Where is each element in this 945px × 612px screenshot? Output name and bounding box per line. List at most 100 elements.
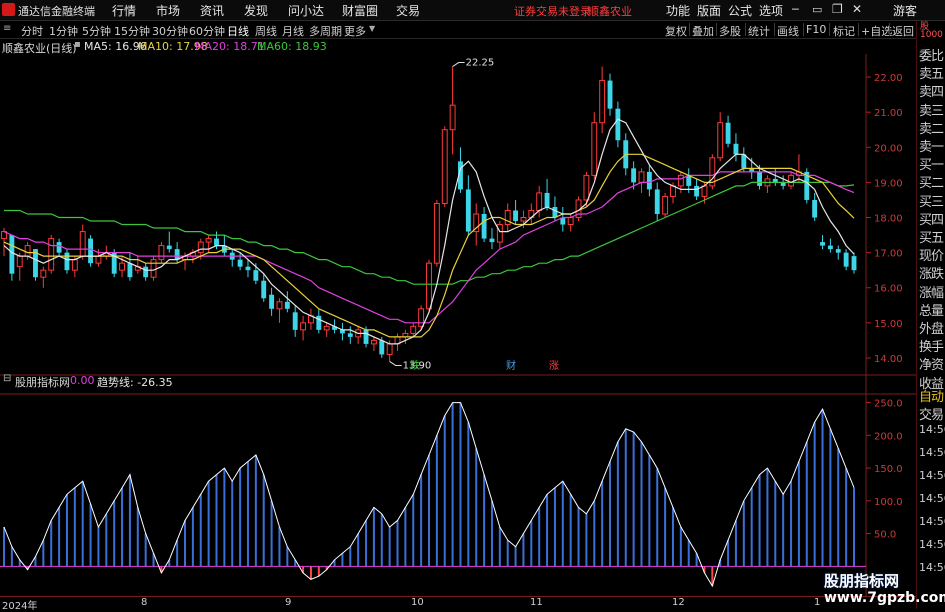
price-tick-label: 18.00 xyxy=(874,214,903,225)
trade-login-notice[interactable]: 证券交易未登录 xyxy=(514,3,591,19)
menu-quotes[interactable]: 行情 xyxy=(112,2,136,19)
candle-body-down xyxy=(174,249,180,260)
candle xyxy=(300,315,307,341)
close-icon[interactable]: ✕ xyxy=(852,2,862,16)
candle-body-up xyxy=(370,339,377,345)
candle-body-up xyxy=(449,104,456,131)
trade-label[interactable]: 交易 xyxy=(919,404,944,423)
ma20-label: MA20: 18.71 xyxy=(195,40,265,53)
quote-field-label: 买三 xyxy=(919,194,944,210)
candle-body-down xyxy=(253,270,259,281)
candle-body-down xyxy=(489,238,495,243)
indicator-title[interactable]: 股朋指标网 xyxy=(15,374,70,390)
candle xyxy=(339,322,345,341)
kline-chart[interactable]: 22.00 21.00 20.00 19.00 18.00 17.00 16.00 15.00… xyxy=(0,54,916,596)
tool-draw[interactable]: 画线 xyxy=(777,23,799,39)
auto-trade-label[interactable]: 自动 xyxy=(919,386,944,405)
candle xyxy=(449,66,456,155)
period-15min[interactable]: 15分钟 xyxy=(114,23,150,39)
candle xyxy=(607,73,613,116)
tool-overlay[interactable]: 叠加 xyxy=(692,23,714,39)
menu-options[interactable]: 选项 xyxy=(759,2,783,19)
candle-body-down xyxy=(733,143,739,155)
candle-body-up xyxy=(441,129,448,204)
tool-add-watchlist[interactable]: +自选 xyxy=(861,23,892,39)
maximize-icon[interactable]: ▭ xyxy=(812,3,822,16)
candle-body-up xyxy=(677,174,684,187)
candle-body-up xyxy=(599,80,606,124)
candle xyxy=(788,171,794,190)
period-weekly[interactable]: 周线 xyxy=(255,23,277,39)
period-toolbar: ≡ 分时 1分钟 5分钟 15分钟 30分钟 60分钟 日线 周线 月线 多周期… xyxy=(0,21,916,39)
candle-body-down xyxy=(631,168,637,183)
menu-wealth[interactable]: 财富圈 xyxy=(342,2,378,19)
menu-toggle-icon[interactable]: ≡ xyxy=(3,23,11,34)
ma-square-icon: ▪ xyxy=(74,39,81,50)
top-menu-bar: 通达信金融终端 行情 市场 资讯 发现 问小达 财富圈 交易 证券交易未登录 顺… xyxy=(0,0,945,21)
menu-discover[interactable]: 发现 xyxy=(244,2,268,19)
period-60min[interactable]: 60分钟 xyxy=(189,23,225,39)
menu-market[interactable]: 市场 xyxy=(156,2,180,19)
candle xyxy=(615,101,621,148)
site-watermark: 股朋指标网 www.7gpzb.com xyxy=(820,570,945,608)
period-more[interactable]: 更多 xyxy=(344,23,366,39)
candle xyxy=(355,326,362,344)
indicator-settings-icon[interactable]: ⊟ xyxy=(3,373,11,384)
candle xyxy=(528,203,535,225)
candle xyxy=(347,326,353,344)
menu-news[interactable]: 资讯 xyxy=(200,2,224,19)
candle-body-up xyxy=(536,192,543,211)
candle-body-up xyxy=(40,269,47,278)
candle-body-down xyxy=(827,245,833,250)
candle xyxy=(111,249,117,278)
period-multi[interactable]: 多周期 xyxy=(309,23,342,39)
tool-f10[interactable]: F10 xyxy=(806,23,826,36)
tool-back[interactable]: 返回 xyxy=(892,23,914,39)
period-1min[interactable]: 1分钟 xyxy=(49,23,78,39)
candle-body-down xyxy=(812,199,818,218)
menu-assistant[interactable]: 问小达 xyxy=(288,2,324,19)
candle-body-down xyxy=(237,259,243,267)
candle xyxy=(134,256,141,274)
minimize-icon[interactable]: ─ xyxy=(792,3,799,16)
candle xyxy=(433,199,440,267)
quote-field-label: 买四 xyxy=(919,212,944,228)
candle xyxy=(764,175,771,193)
indicator-tick-label: 150.0 xyxy=(874,464,903,475)
candle xyxy=(370,336,377,351)
watermark-url: www.7gpzb.com xyxy=(824,590,945,606)
tool-mark[interactable]: 标记 xyxy=(833,23,855,39)
period-5min[interactable]: 5分钟 xyxy=(82,23,111,39)
trade-time: 14:56 xyxy=(919,561,945,574)
candle xyxy=(284,291,290,313)
period-daily[interactable]: 日线 xyxy=(227,23,249,39)
restore-icon[interactable]: ❐ xyxy=(832,2,843,16)
candle-body-down xyxy=(615,108,621,141)
tool-adjust[interactable]: 复权 xyxy=(665,23,687,39)
candle xyxy=(56,238,62,257)
period-tick[interactable]: 分时 xyxy=(21,23,43,39)
candle xyxy=(150,256,157,281)
candle-body-down xyxy=(820,242,825,246)
candle-body-down xyxy=(694,185,700,197)
candle-body-up xyxy=(71,259,78,271)
trade-time: 14:56 xyxy=(919,538,945,551)
watermark-title: 股朋指标网 xyxy=(824,572,900,590)
quote-field-label: 卖一 xyxy=(919,140,944,155)
menu-trade[interactable]: 交易 xyxy=(396,2,420,19)
tool-multi-stock[interactable]: 多股 xyxy=(719,23,741,39)
candle xyxy=(560,206,566,232)
tool-stats[interactable]: 统计 xyxy=(748,23,770,39)
menu-formula[interactable]: 公式 xyxy=(728,2,752,19)
candle xyxy=(709,154,716,190)
price-tick-label: 17.00 xyxy=(874,249,903,260)
more-chevron-icon[interactable]: ▼ xyxy=(369,24,375,33)
candle-body-down xyxy=(686,175,692,186)
period-30min[interactable]: 30分钟 xyxy=(152,23,188,39)
indicator-value: 0.00 xyxy=(70,374,95,387)
period-monthly[interactable]: 月线 xyxy=(282,23,304,39)
menu-function[interactable]: 功能 xyxy=(666,2,690,19)
menu-layout[interactable]: 版面 xyxy=(697,2,721,19)
guest-user[interactable]: 游客 xyxy=(893,2,917,19)
candle-body-up xyxy=(520,217,527,222)
